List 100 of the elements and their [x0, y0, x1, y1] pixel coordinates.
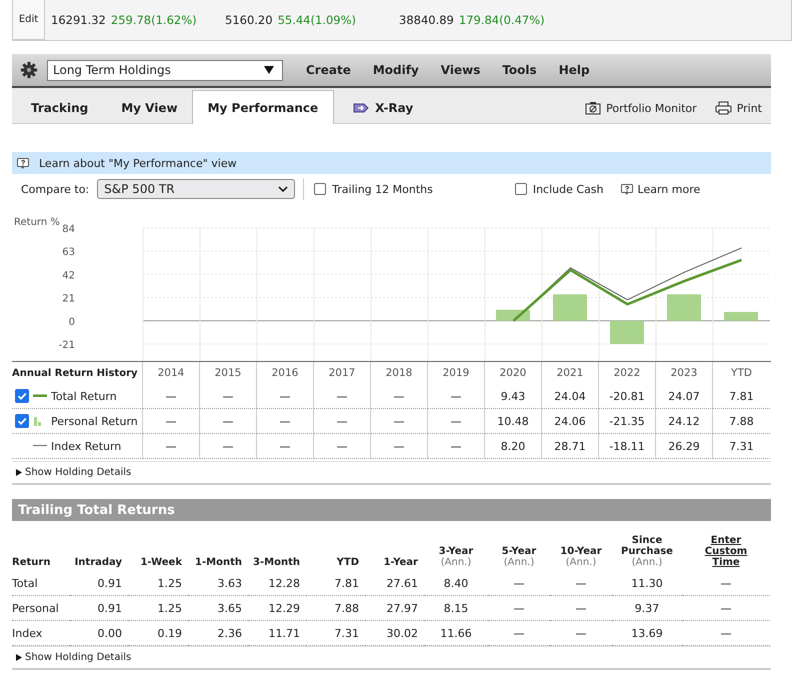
column-header: 1-Year: [384, 557, 418, 568]
table-cell: 27.97: [386, 602, 418, 614]
table-cell: —: [200, 409, 257, 434]
column-subheader: (Ann.): [566, 557, 596, 568]
column-header: 2019: [428, 362, 485, 384]
axis-title: Return %: [14, 217, 60, 228]
table-cell: 1.25: [158, 576, 182, 590]
show-details-link[interactable]: Show Holding Details: [16, 652, 132, 663]
monitor-icon: [585, 101, 602, 115]
table-cell: 1.25: [158, 602, 182, 614]
compare-label: Compare to:: [21, 182, 90, 196]
tab[interactable]: Tracking: [12, 93, 102, 123]
dropdown-arrow-icon: [264, 66, 274, 74]
table-cell: 7.31: [713, 434, 770, 459]
compare-dropdown[interactable]: S&P 500 TR: [97, 179, 296, 199]
bar: [724, 312, 758, 321]
table-cell: —: [143, 384, 200, 409]
column-header: 2016: [257, 362, 314, 384]
table-cell: —: [143, 409, 200, 434]
column-header: 2023: [656, 362, 713, 384]
table-cell: Total: [12, 576, 38, 590]
table-cell: 12.28: [268, 576, 300, 590]
tab[interactable]: My Performance: [192, 90, 334, 124]
table-cell: 9.43: [485, 384, 542, 409]
column-header: 3-Month: [253, 557, 300, 568]
table-cell: 0.91: [98, 576, 122, 590]
row-label: Index Return: [51, 440, 122, 452]
index-change: 179.84(0.47%): [458, 13, 545, 27]
table-cell: 26.29: [656, 434, 713, 459]
expand-triangle-icon: [16, 469, 22, 476]
table-cell: 27.61: [386, 576, 418, 590]
settings-icon[interactable]: [20, 61, 38, 79]
row-label: Personal Return: [51, 414, 138, 428]
table-cell: 9.37: [634, 602, 660, 614]
checkbox[interactable]: [514, 183, 527, 195]
tab[interactable]: My View: [102, 93, 192, 123]
table-cell: 0.00: [98, 626, 122, 640]
learn-link[interactable]: Learn about "My Performance" view: [39, 156, 237, 170]
table-cell: —: [314, 409, 371, 434]
table-cell: -20.81: [599, 384, 656, 409]
column-header: Intraday: [74, 557, 122, 568]
table-cell: —: [576, 576, 586, 590]
table-cell: —: [371, 434, 428, 459]
table-cell: —: [576, 626, 586, 640]
checkbox-label: Trailing 12 Months: [332, 182, 433, 196]
table-cell: 11.71: [268, 626, 300, 640]
column-header: 2021: [542, 362, 599, 384]
tab[interactable]: X-Ray: [334, 93, 428, 123]
xray-icon: [353, 102, 370, 114]
table-cell: —: [200, 434, 257, 459]
tick-label: 0: [68, 316, 75, 328]
table-cell: 28.71: [542, 434, 599, 459]
column-header: 5-Year: [502, 546, 536, 557]
bar: [610, 320, 644, 344]
table-cell: —: [428, 409, 485, 434]
checkbox[interactable]: [314, 183, 326, 195]
menu-item[interactable]: Views: [430, 63, 492, 77]
learn-more-link[interactable]: Learn more: [638, 182, 700, 196]
checkbox[interactable]: [15, 389, 29, 403]
table-cell: -21.35: [599, 409, 656, 434]
bar: [667, 294, 701, 321]
menu-item[interactable]: Help: [548, 63, 601, 77]
show-details-link[interactable]: Show Holding Details: [16, 467, 132, 478]
table-cell: 3.63: [218, 576, 242, 590]
column-header: 1-Week: [140, 557, 182, 568]
column-header: 2015: [200, 362, 257, 384]
table-cell: 24.04: [542, 384, 599, 409]
column-header: 10-Year: [560, 546, 602, 557]
table-cell: —: [371, 384, 428, 409]
index-value: 5160.20: [225, 13, 273, 27]
table-cell: 7.81: [334, 576, 359, 590]
tab-action[interactable]: Portfolio Monitor: [576, 93, 706, 123]
table-heading: Annual Return History: [12, 362, 143, 384]
portfolio-dropdown[interactable]: Long Term Holdings: [47, 60, 283, 80]
table-cell: —: [371, 409, 428, 434]
tab-action[interactable]: Print: [706, 93, 771, 123]
row-label: Total Return: [51, 390, 117, 402]
table-cell: —: [514, 576, 524, 590]
tick-label: 42: [62, 270, 75, 282]
menu-item[interactable]: Tools: [491, 63, 548, 77]
checkbox[interactable]: [15, 414, 29, 428]
edit-button[interactable]: Edit: [12, 0, 45, 40]
column-header: 1-Month: [195, 557, 242, 568]
table-cell: —: [720, 576, 732, 590]
custom-time-link[interactable]: Enter Custom Time: [698, 535, 754, 568]
help-icon: [620, 184, 633, 194]
table-cell: 8.15: [444, 602, 468, 614]
table-cell: 7.81: [713, 384, 770, 409]
section-header: Trailing Total Returns: [12, 499, 771, 521]
table-cell: —: [514, 626, 524, 640]
index-change: 259.78(1.62%): [110, 13, 197, 27]
menu-item[interactable]: Modify: [362, 63, 430, 77]
table-cell: —: [514, 602, 524, 614]
column-subheader: (Ann.): [440, 557, 472, 568]
menu-item[interactable]: Create: [295, 63, 362, 77]
table-cell: Personal: [12, 602, 59, 614]
table-cell: 24.06: [542, 409, 599, 434]
index-value: 38840.89: [399, 13, 454, 27]
table-cell: 30.02: [386, 626, 418, 640]
column-header: YTD: [336, 557, 359, 568]
